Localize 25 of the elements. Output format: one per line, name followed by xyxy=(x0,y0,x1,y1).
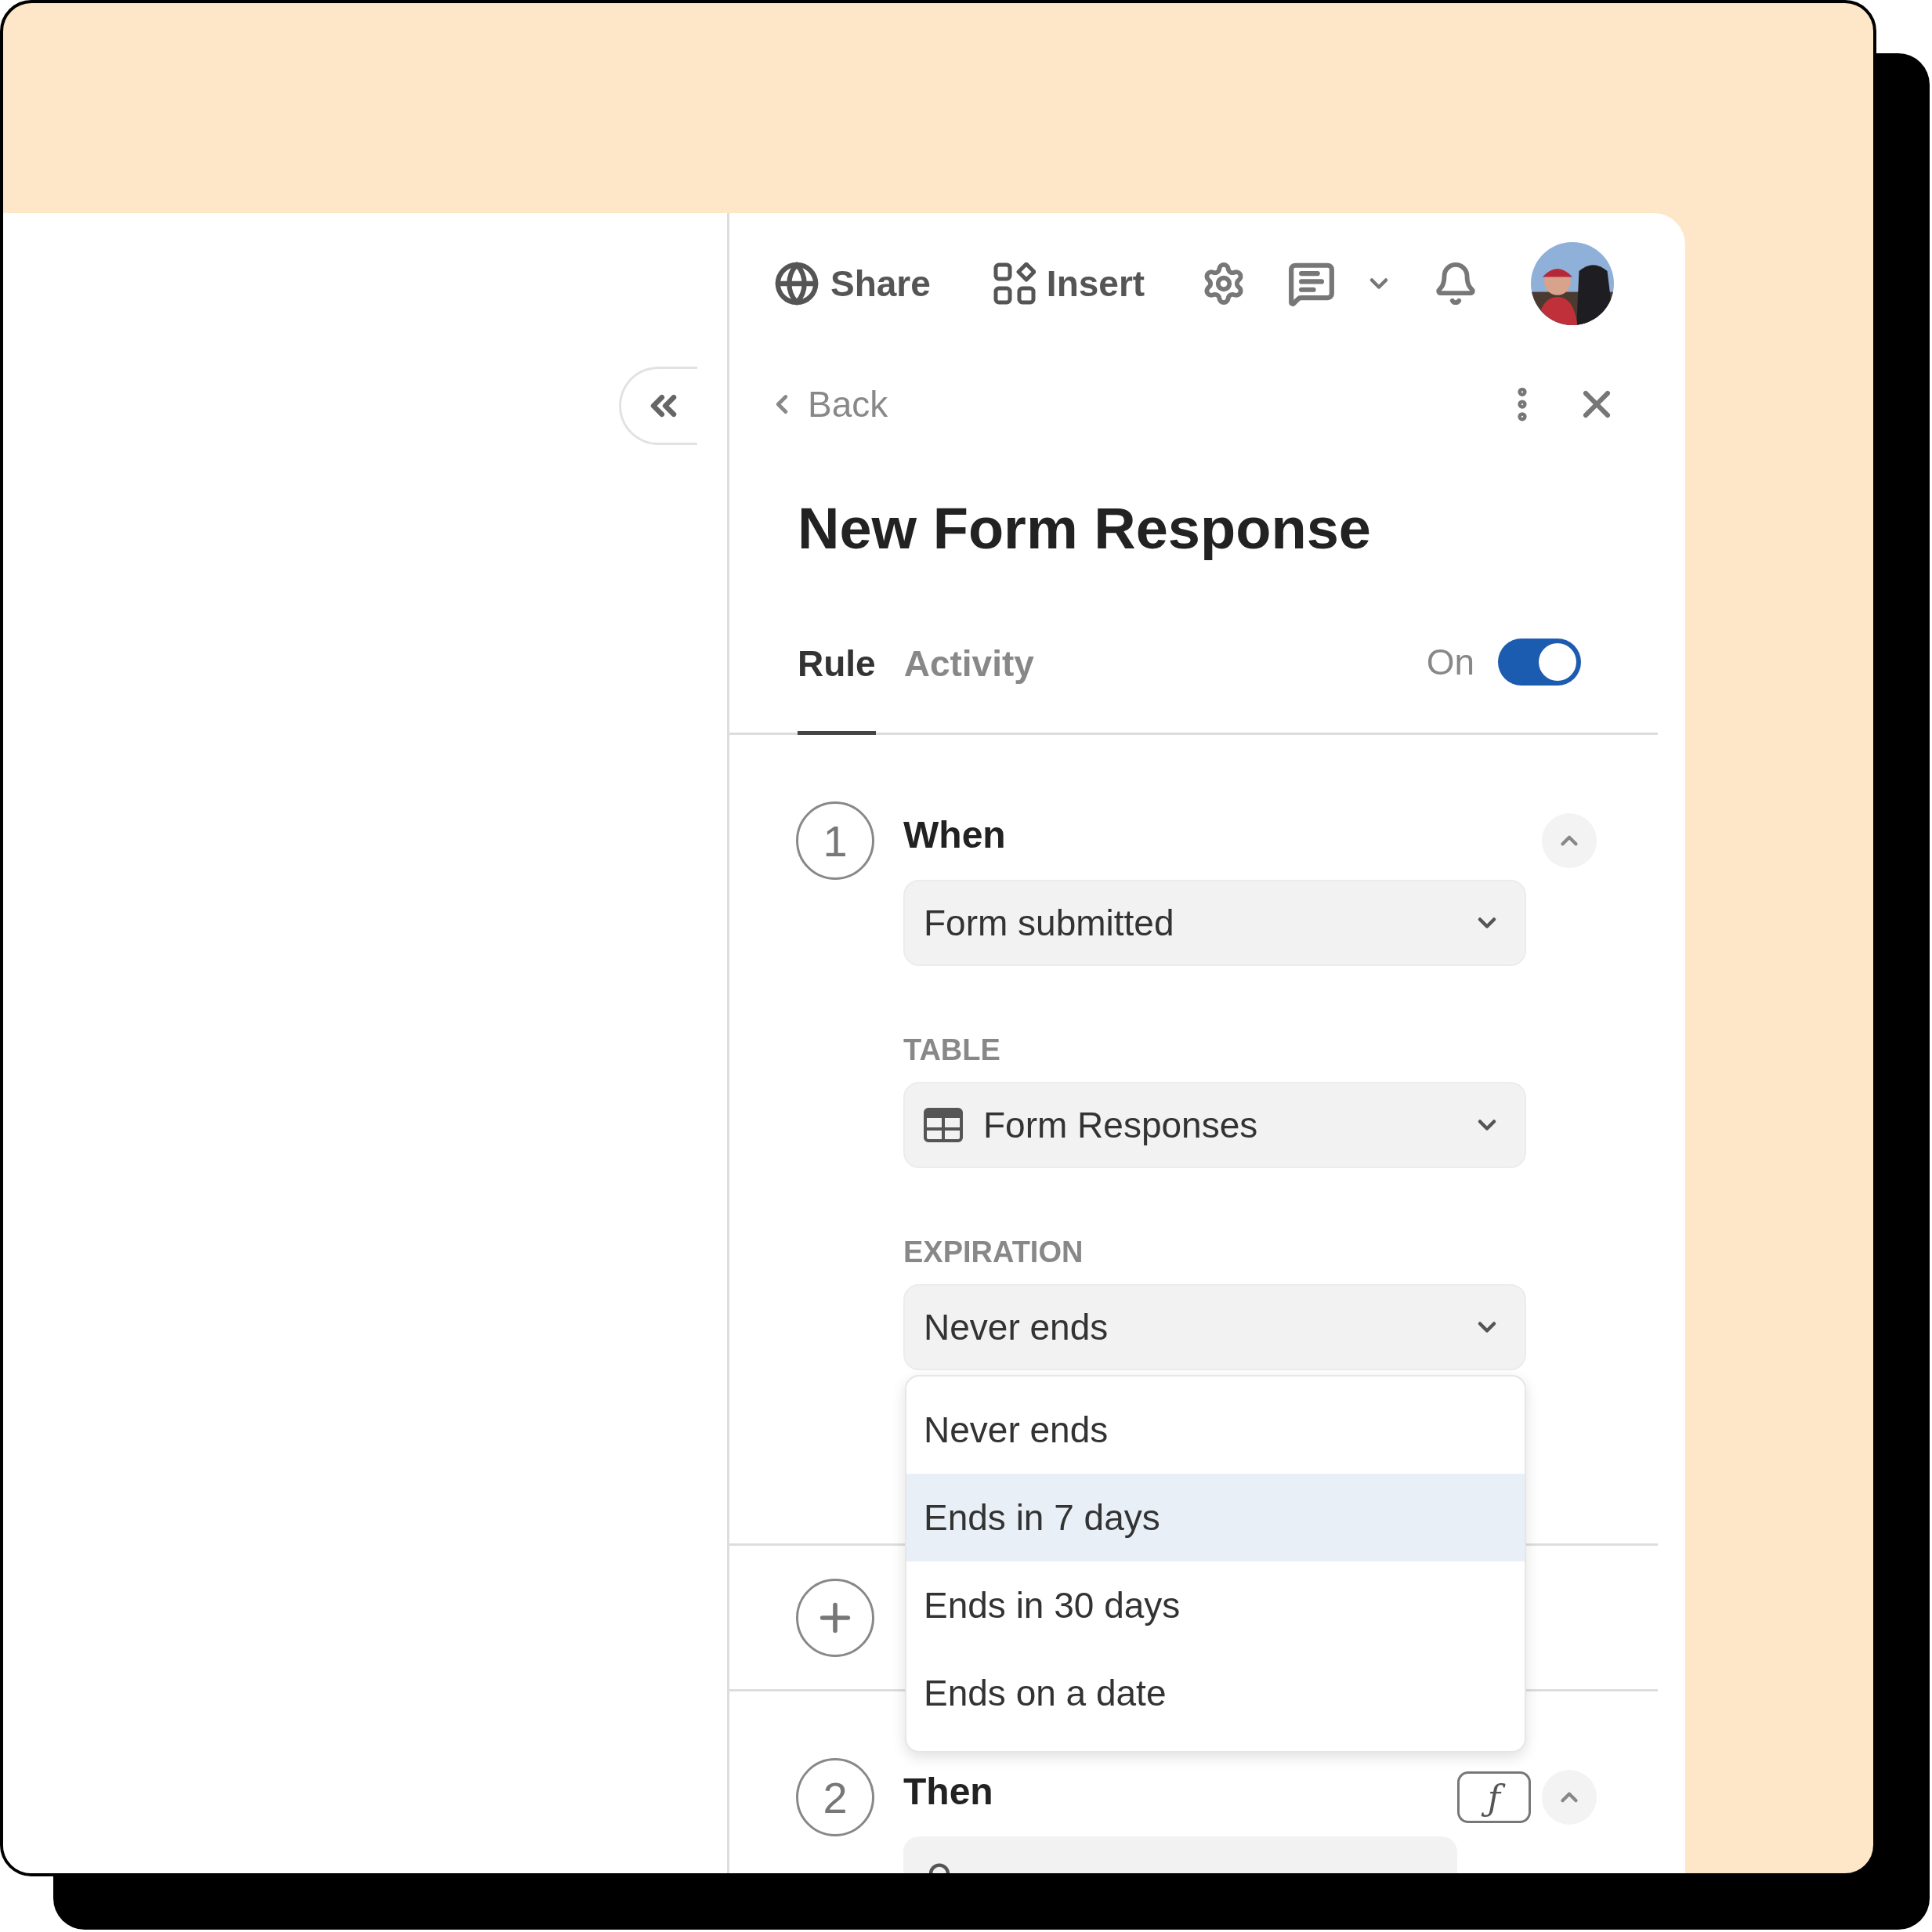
tab[interactable]: Activity xyxy=(903,642,1034,735)
rule-title: New Form Response xyxy=(798,495,1372,563)
shapes-icon xyxy=(993,262,1036,305)
menu-option[interactable]: Ends in 30 days xyxy=(906,1561,1525,1649)
field-label: TABLE xyxy=(903,1033,1001,1068)
menu-option[interactable]: Ends in 7 days xyxy=(906,1474,1525,1561)
toggle-switch[interactable] xyxy=(1498,639,1581,686)
tab[interactable]: Rule xyxy=(798,642,876,735)
step-heading: When xyxy=(903,813,1007,857)
field-select[interactable]: Never ends xyxy=(903,1284,1526,1370)
field-label: EXPIRATION xyxy=(903,1235,1084,1270)
step-number: 1 xyxy=(796,801,874,880)
menu-option[interactable]: Ends on a date xyxy=(906,1649,1525,1737)
menu-option[interactable]: Never ends xyxy=(906,1386,1525,1474)
formula-button[interactable]: ƒ xyxy=(1457,1771,1531,1823)
step-heading: Then xyxy=(903,1770,994,1814)
back-button[interactable]: Back xyxy=(767,383,888,425)
table-icon xyxy=(924,1108,963,1142)
field-select[interactable]: Form Responses xyxy=(903,1082,1526,1168)
share-button[interactable]: Share xyxy=(774,261,931,306)
insert-button[interactable]: Insert xyxy=(993,262,1145,305)
globe-icon xyxy=(774,261,819,306)
toggle-label: On xyxy=(1426,641,1474,683)
trigger-select[interactable]: Form submitted xyxy=(903,880,1526,966)
step-number: 2 xyxy=(796,1758,874,1836)
